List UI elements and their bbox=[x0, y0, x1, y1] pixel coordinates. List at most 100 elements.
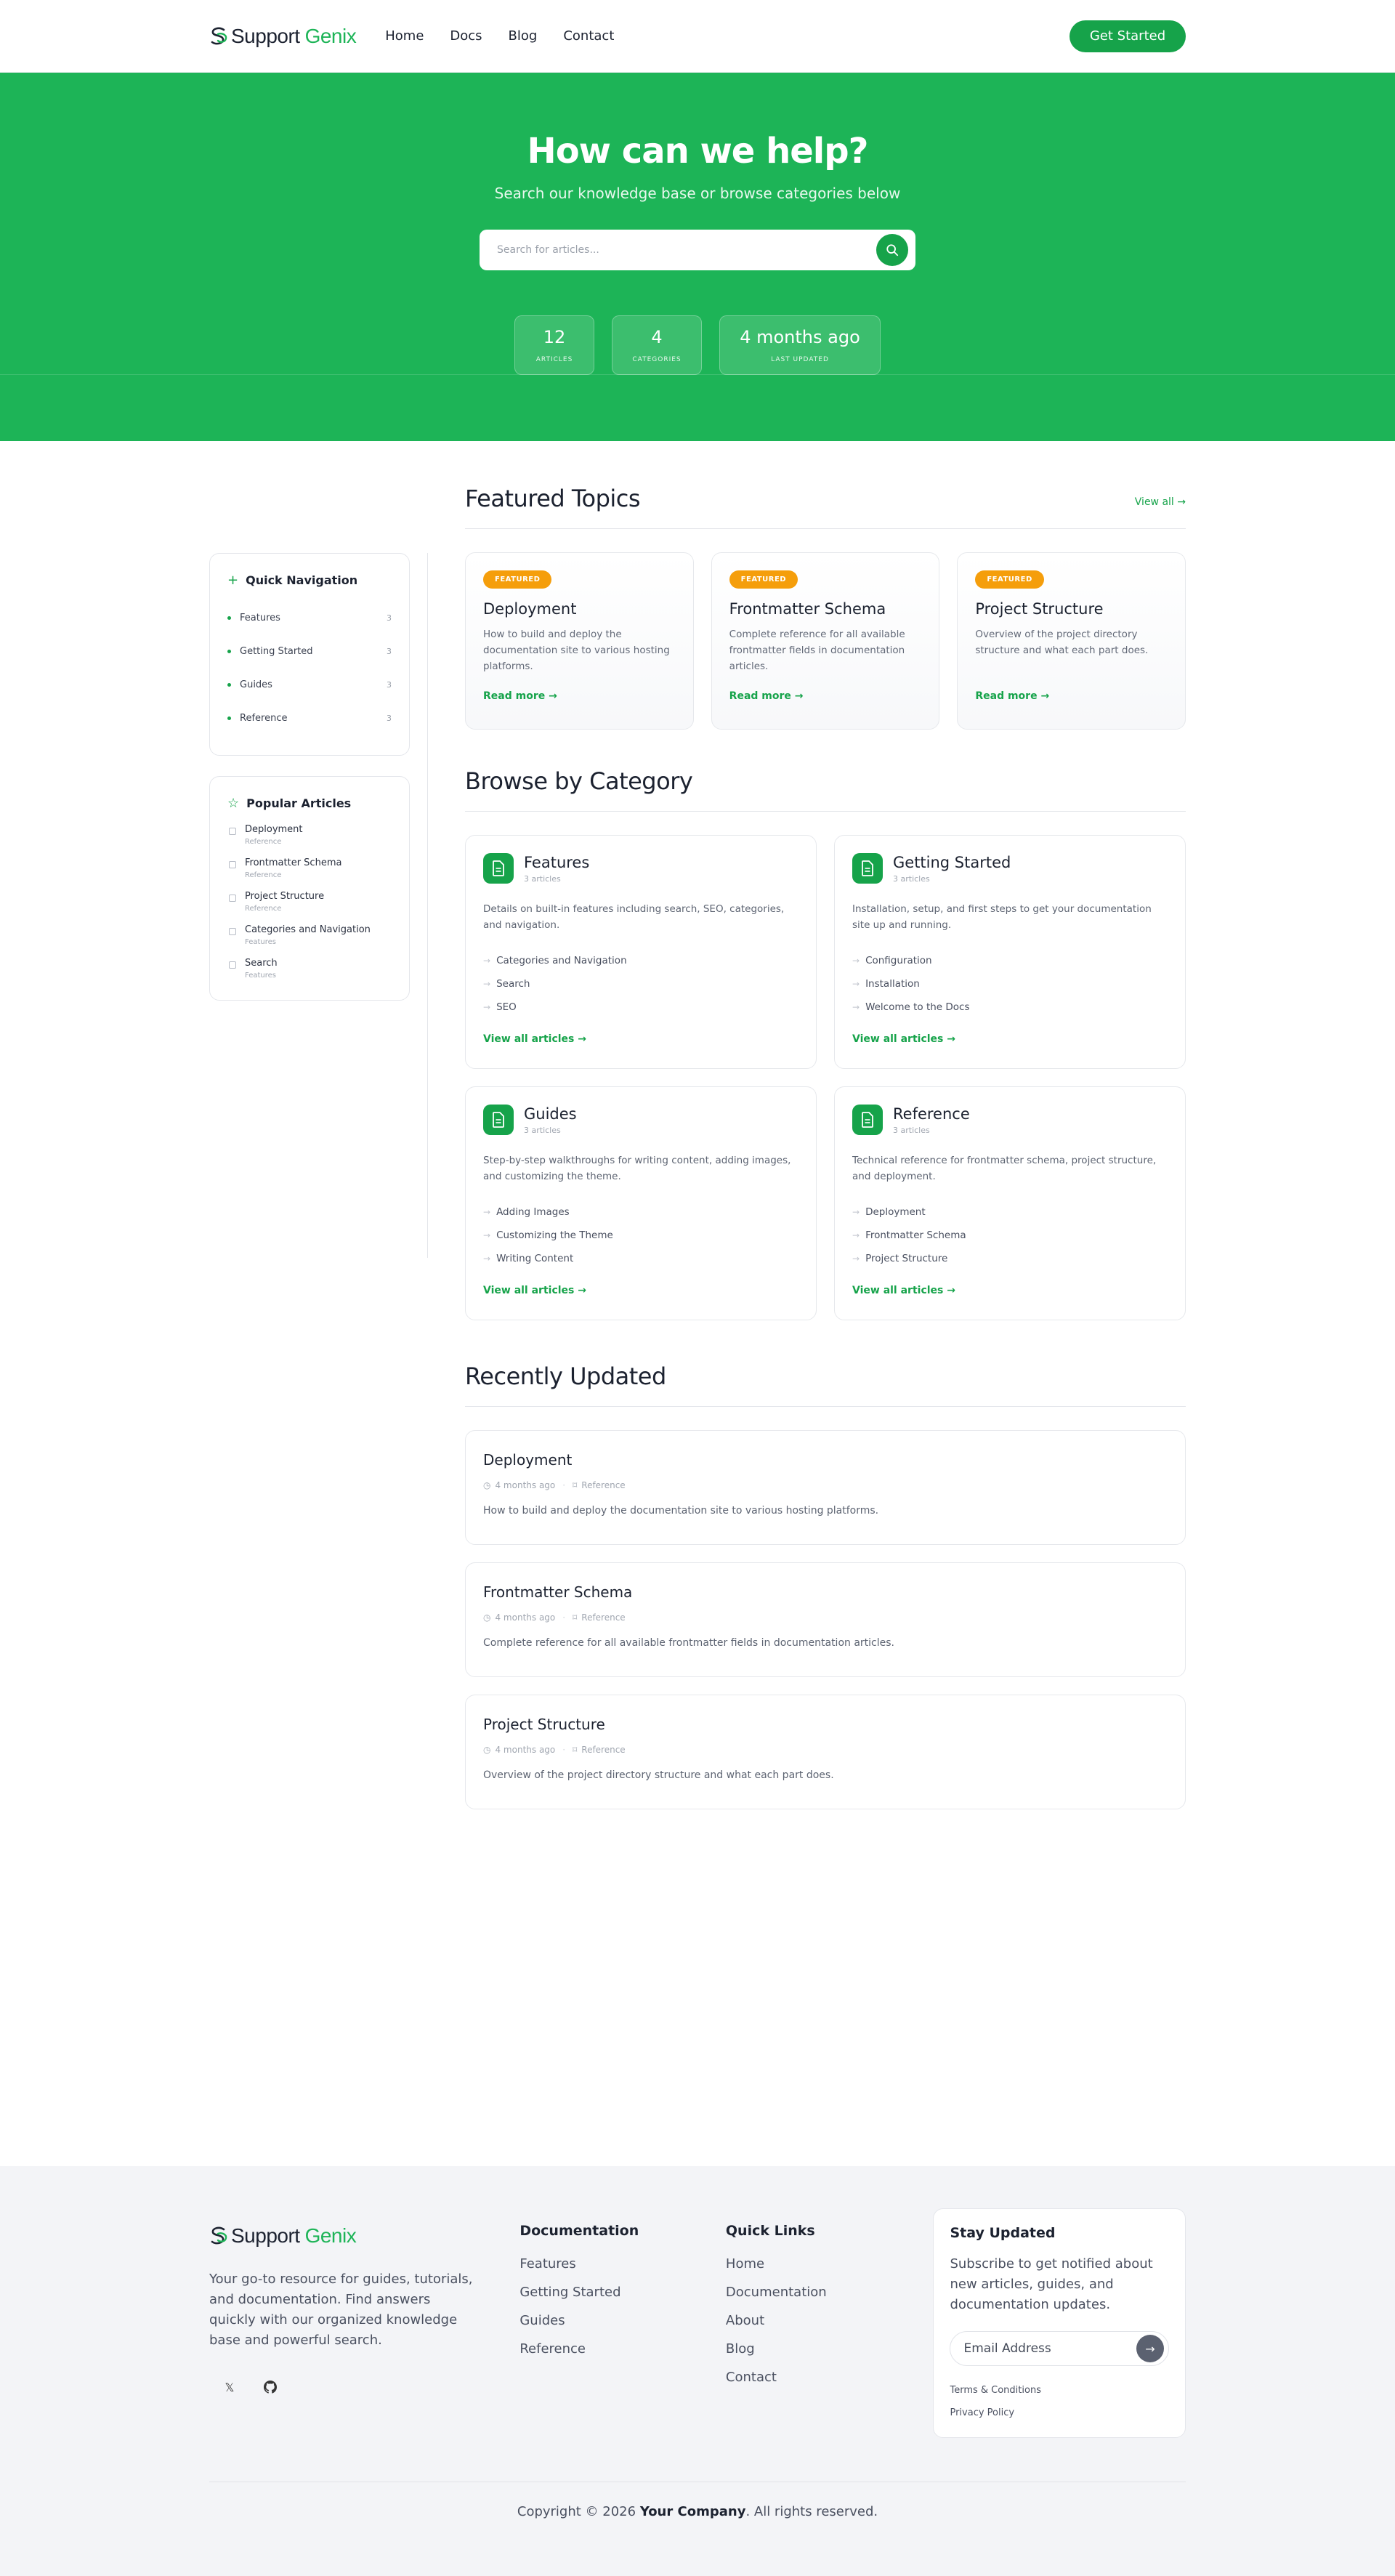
footer-col-title: Quick Links bbox=[725, 2223, 815, 2239]
nav-docs[interactable]: Docs bbox=[450, 28, 482, 44]
recent-article-meta: ◷ 4 months ago · ⌑ Reference bbox=[483, 1745, 1168, 1755]
doc-icon bbox=[229, 828, 236, 835]
stats-row: 12 Articles 4 Categories 4 months ago La… bbox=[0, 315, 1395, 375]
copyright-company: Your Company bbox=[639, 2504, 746, 2519]
popular-article[interactable]: Deployment Reference bbox=[227, 824, 392, 846]
article-label: Writing Content bbox=[496, 1253, 574, 1264]
popular-article[interactable]: Project Structure Reference bbox=[227, 891, 392, 913]
separator-dot: · bbox=[562, 1745, 566, 1755]
github-icon[interactable] bbox=[259, 2375, 282, 2399]
category-article-link[interactable]: → Project Structure bbox=[852, 1247, 1168, 1270]
category-count: 3 articles bbox=[893, 1125, 930, 1135]
popular-article[interactable]: Search Features bbox=[227, 958, 392, 980]
quick-nav-features[interactable]: Features 3 bbox=[227, 601, 392, 634]
recent-article-title: Deployment bbox=[483, 1451, 573, 1469]
featured-title: Featured Topics bbox=[465, 485, 641, 512]
popular-article-category: Reference bbox=[245, 838, 282, 846]
copyright: Copyright © 2026 Your Company. All right… bbox=[209, 2482, 1186, 2519]
subscribe-button[interactable]: → bbox=[1136, 2335, 1164, 2362]
footer-link[interactable]: Features bbox=[519, 2256, 726, 2285]
view-all-articles-link[interactable]: View all articles → bbox=[852, 1285, 1168, 1296]
category-article-link[interactable]: → Deployment bbox=[852, 1200, 1168, 1224]
quick-nav-guides[interactable]: Guides 3 bbox=[227, 668, 392, 701]
quick-navigation-title: + Quick Navigation bbox=[227, 573, 392, 588]
footer-link[interactable]: About bbox=[726, 2313, 934, 2341]
footer-link[interactable]: Getting Started bbox=[519, 2285, 726, 2313]
category-article-link[interactable]: → SEO bbox=[483, 996, 798, 1019]
view-all-link[interactable]: View all → bbox=[1135, 496, 1186, 512]
featured-header: Featured Topics View all → bbox=[465, 485, 1186, 529]
featured-card-title: Frontmatter Schema bbox=[729, 600, 886, 618]
x-twitter-icon[interactable]: 𝕏 bbox=[218, 2375, 241, 2399]
category-article-link[interactable]: → Search bbox=[483, 972, 798, 996]
footer-link[interactable]: Contact bbox=[726, 2370, 934, 2398]
nav-home[interactable]: Home bbox=[385, 28, 424, 44]
footer-link[interactable]: Documentation bbox=[726, 2285, 934, 2313]
brand-name-part1: Support bbox=[231, 2224, 300, 2247]
footer-quick-links: Quick Links Home Documentation About Blo… bbox=[725, 2223, 934, 2438]
email-input[interactable] bbox=[963, 2341, 1136, 2356]
category-article-link[interactable]: → Installation bbox=[852, 972, 1168, 996]
recent-article[interactable]: Frontmatter Schema ◷ 4 months ago · ⌑ Refere… bbox=[465, 1562, 1186, 1677]
category-article-link[interactable]: → Writing Content bbox=[483, 1247, 798, 1270]
category-header: Features 3 articles bbox=[483, 853, 798, 884]
featured-card[interactable]: FEATURED Project Structure Overview of t… bbox=[957, 552, 1186, 730]
view-all-articles-link[interactable]: View all articles → bbox=[483, 1285, 798, 1296]
view-all-articles-link[interactable]: View all articles → bbox=[483, 1033, 798, 1045]
get-started-button[interactable]: Get Started bbox=[1070, 20, 1186, 52]
popular-article[interactable]: Frontmatter Schema Reference bbox=[227, 857, 392, 879]
category-article-link[interactable]: → Frontmatter Schema bbox=[852, 1224, 1168, 1247]
read-more-link[interactable]: Read more → bbox=[483, 690, 676, 702]
view-all-articles-link[interactable]: View all articles → bbox=[852, 1033, 1168, 1045]
terms-link[interactable]: Terms & Conditions bbox=[950, 2385, 1169, 2396]
article-label: Configuration bbox=[865, 955, 932, 966]
brand-logo[interactable]: Support Genix bbox=[209, 25, 357, 48]
category-desc: Technical reference for frontmatter sche… bbox=[852, 1155, 1157, 1182]
bullet-icon bbox=[227, 615, 231, 620]
nav-contact[interactable]: Contact bbox=[563, 28, 614, 44]
popular-article-title: Project Structure bbox=[245, 891, 325, 902]
read-more-link[interactable]: Read more → bbox=[975, 690, 1168, 702]
newsletter-card: Stay Updated Subscribe to get notified a… bbox=[933, 2208, 1186, 2438]
footer-link[interactable]: Home bbox=[726, 2256, 934, 2285]
featured-card-desc: How to build and deploy the documentatio… bbox=[483, 629, 670, 672]
recent-article-category: Reference bbox=[581, 1480, 626, 1490]
arrow-icon: → bbox=[852, 979, 860, 989]
popular-article-title: Categories and Navigation bbox=[245, 924, 371, 935]
recent-article[interactable]: Project Structure ◷ 4 months ago · ⌑ Referen… bbox=[465, 1695, 1186, 1809]
footer-link[interactable]: Blog bbox=[726, 2341, 934, 2370]
recent-article[interactable]: Deployment ◷ 4 months ago · ⌑ Reference How … bbox=[465, 1430, 1186, 1545]
category-desc: Installation, setup, and first steps to … bbox=[852, 903, 1152, 931]
separator-dot: · bbox=[562, 1612, 566, 1623]
privacy-link[interactable]: Privacy Policy bbox=[950, 2407, 1169, 2418]
stat-value: 4 bbox=[651, 327, 663, 347]
category-count: 3 articles bbox=[524, 1125, 561, 1135]
search-button[interactable] bbox=[876, 234, 908, 266]
featured-card-desc: Overview of the project directory struct… bbox=[975, 629, 1149, 656]
copyright-suffix: . All rights reserved. bbox=[745, 2504, 878, 2519]
quick-nav-reference[interactable]: Reference 3 bbox=[227, 701, 392, 735]
category-article-link[interactable]: → Customizing the Theme bbox=[483, 1224, 798, 1247]
footer-link[interactable]: Reference bbox=[519, 2341, 726, 2370]
category-article-link[interactable]: → Welcome to the Docs bbox=[852, 996, 1168, 1019]
footer-link[interactable]: Guides bbox=[519, 2313, 726, 2341]
doc-icon bbox=[229, 861, 236, 868]
read-more-link[interactable]: Read more → bbox=[729, 690, 922, 702]
stat-value: 12 bbox=[543, 327, 566, 347]
category-desc: Details on built-in features including s… bbox=[483, 903, 785, 931]
hero-subtitle: Search our knowledge base or browse cate… bbox=[494, 185, 901, 202]
featured-card[interactable]: FEATURED Frontmatter Schema Complete ref… bbox=[711, 552, 940, 730]
article-label: Installation bbox=[865, 978, 920, 990]
featured-badge: FEATURED bbox=[729, 570, 798, 589]
quick-nav-getting-started[interactable]: Getting Started 3 bbox=[227, 634, 392, 668]
nav-blog[interactable]: Blog bbox=[509, 28, 538, 44]
category-article-link[interactable]: → Configuration bbox=[852, 949, 1168, 972]
featured-card[interactable]: FEATURED Deployment How to build and dep… bbox=[465, 552, 694, 730]
category-article-link[interactable]: → Categories and Navigation bbox=[483, 949, 798, 972]
quick-nav-count: 3 bbox=[387, 679, 392, 690]
footer-logo[interactable]: Support Genix bbox=[209, 2224, 519, 2248]
category-article-link[interactable]: → Adding Images bbox=[483, 1200, 798, 1224]
popular-article[interactable]: Categories and Navigation Features bbox=[227, 924, 392, 946]
featured-badge: FEATURED bbox=[975, 570, 1044, 589]
search-input[interactable] bbox=[497, 244, 876, 256]
